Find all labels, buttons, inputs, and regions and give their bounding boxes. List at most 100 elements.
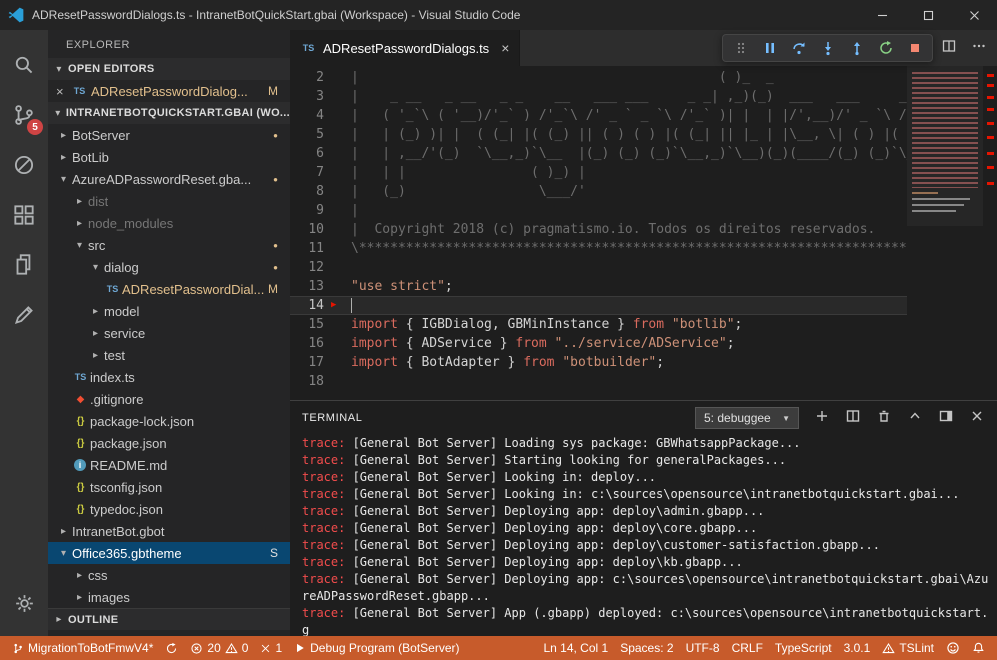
restart-icon[interactable] (871, 36, 900, 60)
indentation-status[interactable]: Spaces: 2 (614, 641, 679, 655)
tree-item-office365-gbtheme[interactable]: ▾Office365.gbthemeS (48, 542, 290, 564)
file-tree: ▸BotServer●▸BotLib▾AzureADPasswordReset.… (48, 124, 290, 608)
encoding-status[interactable]: UTF-8 (680, 641, 726, 655)
code-line[interactable]: 18 (290, 372, 907, 391)
split-terminal-icon[interactable] (845, 408, 861, 429)
tree-item-adresetpassworddial[interactable]: TSADResetPasswordDial...M (48, 278, 290, 300)
chevron-down-icon: ▾ (52, 64, 66, 75)
tree-item-service[interactable]: ▸service (48, 322, 290, 344)
sync-status[interactable] (159, 636, 184, 660)
code-line[interactable]: 16import { ADService } from "../service/… (290, 334, 907, 353)
activity-search-icon[interactable] (0, 40, 48, 90)
code-line[interactable]: 12 (290, 258, 907, 277)
section-outline[interactable]: ▸ OUTLINE (48, 608, 290, 630)
code-line[interactable]: 10| Copyright 2018 (c) pragmatismo.io. T… (290, 220, 907, 239)
minimize-button[interactable] (859, 0, 905, 30)
tree-item-package-lock-json[interactable]: {}package-lock.json (48, 410, 290, 432)
line-number: 18 (290, 372, 324, 391)
close-icon[interactable]: × (501, 40, 509, 56)
tree-item-botserver[interactable]: ▸BotServer● (48, 124, 290, 146)
step-over-icon[interactable] (784, 36, 813, 60)
activity-extensions-icon[interactable] (0, 190, 48, 240)
code-line[interactable]: 15import { IGBDialog, GBMinInstance } fr… (290, 315, 907, 334)
drag-handle-icon[interactable] (726, 36, 755, 60)
code-line[interactable]: 7| | | ( )_) | | (290, 163, 907, 182)
tab-terminal[interactable]: TERMINAL (302, 412, 362, 424)
terminal-selector[interactable]: 5: debuggee ▼ (695, 407, 799, 429)
code-line[interactable]: 13"use strict"; (290, 277, 907, 296)
section-workspace[interactable]: ▾ INTRANETBOTQUICKSTART.GBAI (WO... (48, 102, 290, 124)
minimap[interactable] (907, 66, 983, 400)
minimap-slider[interactable] (907, 66, 983, 226)
line-number: 10 (290, 220, 324, 239)
close-button[interactable] (951, 0, 997, 30)
kill-terminal-icon[interactable] (876, 408, 892, 429)
settings-gear-icon[interactable] (0, 578, 48, 628)
step-into-icon[interactable] (813, 36, 842, 60)
code-line[interactable]: 8| (_) \___/' | (290, 182, 907, 201)
section-open-editors[interactable]: ▾ OPEN EDITORS (48, 58, 290, 80)
close-panel-icon[interactable] (969, 408, 985, 429)
tab-adresetpassworddialogs[interactable]: TS ADResetPasswordDialogs.ts × (290, 30, 520, 66)
toggle-panel-icon[interactable] (938, 408, 954, 429)
more-actions-icon[interactable] (971, 38, 987, 59)
fail-count-status[interactable]: 1 (254, 636, 288, 660)
close-icon[interactable]: × (56, 84, 68, 99)
chevron-down-icon: ▾ (52, 108, 64, 119)
git-branch-status[interactable]: MigrationToBotFmwV4* (6, 636, 159, 660)
open-editor-item[interactable]: × TS ADResetPasswordDialog... M (48, 80, 290, 102)
language-status[interactable]: TypeScript (769, 641, 838, 655)
feedback-smiley-icon[interactable] (940, 641, 966, 655)
tree-item-intranetbot-gbot[interactable]: ▸IntranetBot.gbot (48, 520, 290, 542)
tree-item-dist[interactable]: ▸dist (48, 190, 290, 212)
tree-item-dialog[interactable]: ▾dialog● (48, 256, 290, 278)
tree-item-model[interactable]: ▸model (48, 300, 290, 322)
chevron-right-icon: ▸ (56, 152, 71, 163)
tree-item-azureadpasswordreset-gba[interactable]: ▾AzureADPasswordReset.gba...● (48, 168, 290, 190)
maximize-button[interactable] (905, 0, 951, 30)
tree-item-test[interactable]: ▸test (48, 344, 290, 366)
tree-item-package-json[interactable]: {}package.json (48, 432, 290, 454)
tree-item-node-modules[interactable]: ▸node_modules (48, 212, 290, 234)
code-line[interactable]: 9| | (290, 201, 907, 220)
notifications-bell-icon[interactable] (966, 641, 991, 655)
tree-item-gitignore[interactable]: ◆.gitignore (48, 388, 290, 410)
tree-item-images[interactable]: ▸images (48, 586, 290, 608)
activity-files-icon[interactable] (0, 240, 48, 290)
git-status-badge: M (268, 282, 278, 296)
code-line[interactable]: 11\*************************************… (290, 239, 907, 258)
activity-edit-icon[interactable] (0, 290, 48, 340)
code-line[interactable]: 3| _ __ _ __ _ _ __ ___ ___ _ _| ,_)(_) … (290, 87, 907, 106)
code-line[interactable]: 17import { BotAdapter } from "botbuilder… (290, 353, 907, 372)
tree-item-tsconfig-json[interactable]: {}tsconfig.json (48, 476, 290, 498)
tree-item-index-ts[interactable]: TSindex.ts (48, 366, 290, 388)
code-line[interactable]: 5| | (_) )| | ( (_| |( (_) || ( ) ( ) |(… (290, 125, 907, 144)
debug-program-status[interactable]: Debug Program (BotServer) (288, 636, 465, 660)
pause-icon[interactable] (755, 36, 784, 60)
code-editor[interactable]: 2| ( )_ _ |3| _ __ _ __ _ _ __ ___ ___ _… (290, 66, 997, 400)
terminal-output[interactable]: trace: [General Bot Server] Loading sys … (302, 435, 989, 636)
tree-item-label: model (104, 304, 139, 319)
tree-item-typedoc-json[interactable]: {}typedoc.json (48, 498, 290, 520)
code-line[interactable]: 2| ( )_ _ | (290, 68, 907, 87)
code-line[interactable]: 6| | ,__/'(_) `\__,_)`\__ |(_) (_) (_)`\… (290, 144, 907, 163)
step-out-icon[interactable] (842, 36, 871, 60)
cursor-position-status[interactable]: Ln 14, Col 1 (537, 641, 614, 655)
problems-status[interactable]: 20 0 (184, 636, 254, 660)
tslint-status[interactable]: TSLint (876, 641, 940, 655)
tree-item-src[interactable]: ▾src● (48, 234, 290, 256)
split-editor-icon[interactable] (941, 38, 957, 59)
code-line[interactable]: 4| ( '_`\ ( '__)/'_` ) /'_`\ /' _ ` _ `\… (290, 106, 907, 125)
activity-debug-icon[interactable] (0, 140, 48, 190)
activity-source-control-icon[interactable]: 5 (0, 90, 48, 140)
json-file-icon: {} (72, 438, 89, 449)
tree-item-css[interactable]: ▸css (48, 564, 290, 586)
stop-icon[interactable] (900, 36, 929, 60)
eol-status[interactable]: CRLF (726, 641, 769, 655)
ts-version-status[interactable]: 3.0.1 (838, 641, 877, 655)
tree-item-botlib[interactable]: ▸BotLib (48, 146, 290, 168)
maximize-panel-icon[interactable] (907, 408, 923, 429)
tree-item-readme-md[interactable]: iREADME.md (48, 454, 290, 476)
new-terminal-icon[interactable] (814, 408, 830, 429)
code-line[interactable]: 14▶ (290, 296, 907, 315)
